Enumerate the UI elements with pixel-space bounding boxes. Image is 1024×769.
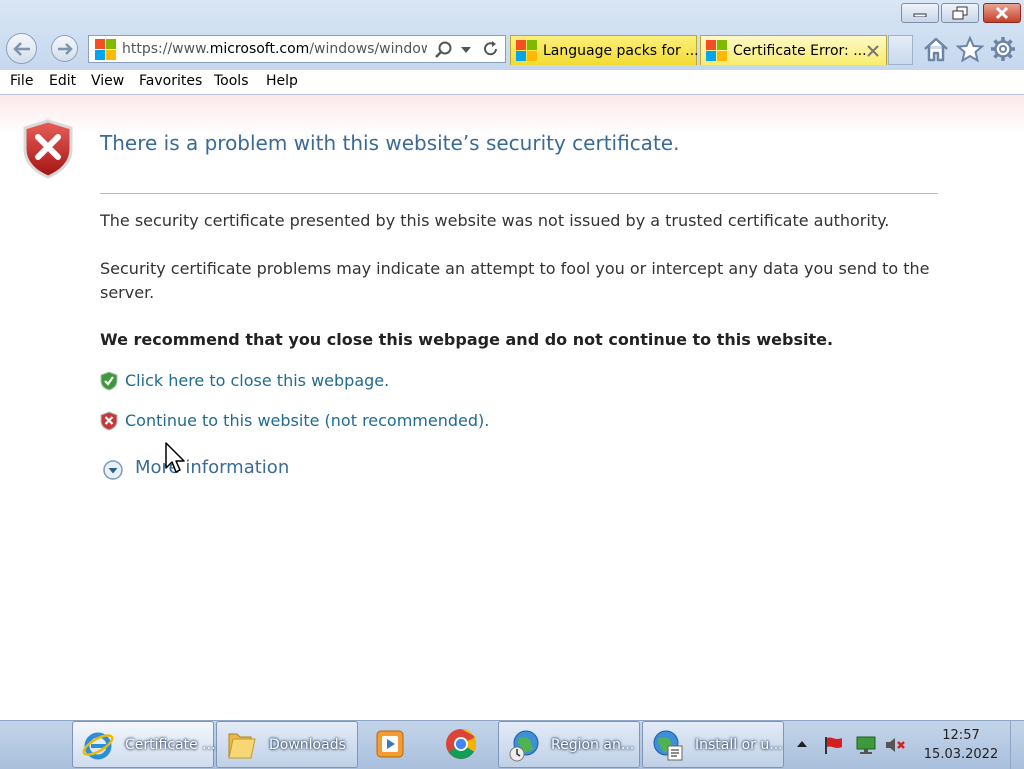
- tab-favicon: [516, 40, 538, 62]
- show-hidden-icons-icon[interactable]: [796, 740, 808, 748]
- refresh-icon[interactable]: [482, 40, 500, 58]
- address-bar[interactable]: https://www.microsoft.com/windows/window…: [88, 35, 506, 63]
- taskbar: Certificate ... Downloads Region an... I…: [0, 720, 1024, 769]
- mouse-cursor-icon: [165, 442, 185, 473]
- close-window-button[interactable]: [983, 3, 1021, 23]
- tab-label: Certificate Error: ...: [733, 43, 867, 59]
- volume-muted-icon[interactable]: [884, 735, 908, 755]
- explanation-text: The security certificate presented by th…: [100, 211, 890, 230]
- chevron-down-icon[interactable]: [461, 46, 471, 54]
- search-icon[interactable]: [434, 41, 454, 59]
- taskbar-label: Downloads: [269, 737, 346, 753]
- clock-time: 12:57: [942, 728, 980, 743]
- region-globe-icon: [509, 730, 539, 762]
- menu-file[interactable]: File: [10, 73, 33, 89]
- close-tab-icon[interactable]: [867, 45, 879, 57]
- show-desktop-button[interactable]: [1010, 721, 1024, 769]
- menu-view[interactable]: View: [91, 73, 124, 89]
- taskbar-item-install[interactable]: Install or u...: [642, 721, 784, 768]
- minimize-button[interactable]: [901, 3, 939, 23]
- continue-link-row[interactable]: Continue to this website (not recommende…: [100, 411, 489, 435]
- close-webpage-link[interactable]: Click here to close this webpage.: [125, 371, 389, 390]
- tab-language-packs[interactable]: Language packs for ...: [510, 35, 699, 65]
- system-clock[interactable]: 12:57 15.03.2022: [920, 726, 1002, 764]
- menu-edit[interactable]: Edit: [49, 73, 76, 89]
- clock-date: 15.03.2022: [923, 747, 999, 762]
- gear-icon[interactable]: [989, 36, 1017, 62]
- chrome-icon: [446, 729, 477, 759]
- new-tab-button[interactable]: [888, 35, 913, 65]
- back-button[interactable]: [6, 33, 37, 64]
- taskbar-label: Region an...: [551, 737, 635, 753]
- security-shield-error-icon: [23, 119, 73, 179]
- tab-favicon: [706, 40, 728, 62]
- restore-icon: [952, 6, 968, 20]
- more-information-label[interactable]: More information: [135, 457, 289, 478]
- green-shield-check-icon: [100, 371, 118, 391]
- site-favicon: [95, 39, 117, 61]
- network-icon[interactable]: [855, 735, 879, 755]
- home-icon[interactable]: [922, 36, 950, 62]
- forward-button[interactable]: [51, 35, 78, 62]
- restore-button[interactable]: [941, 3, 979, 23]
- internet-explorer-icon: [82, 732, 114, 760]
- menu-help[interactable]: Help: [266, 73, 298, 89]
- minimize-icon: [913, 13, 927, 17]
- expand-chevron-icon: [103, 460, 123, 480]
- action-center-flag-icon[interactable]: [822, 735, 846, 755]
- menu-tools[interactable]: Tools: [214, 73, 249, 89]
- close-icon: [995, 6, 1009, 20]
- page-title: There is a problem with this website’s s…: [100, 131, 680, 155]
- browser-title-bar: https://www.microsoft.com/windows/window…: [0, 0, 1024, 70]
- tab-label: Language packs for ...: [543, 43, 699, 59]
- star-icon[interactable]: [956, 36, 984, 62]
- page-content: There is a problem with this website’s s…: [0, 95, 1024, 720]
- taskbar-item-region[interactable]: Region an...: [498, 721, 640, 768]
- taskbar-item-ie[interactable]: Certificate ...: [72, 721, 216, 768]
- forward-arrow-icon: [57, 42, 73, 55]
- back-arrow-icon: [12, 41, 30, 56]
- taskbar-label: Certificate ...: [125, 737, 216, 753]
- taskbar-label: Install or u...: [695, 737, 783, 753]
- install-globe-icon: [653, 730, 683, 761]
- folder-icon: [228, 733, 256, 759]
- red-shield-x-icon: [100, 411, 118, 431]
- menu-favorites[interactable]: Favorites: [139, 73, 202, 89]
- divider: [100, 193, 938, 194]
- warning-text: Security certificate problems may indica…: [100, 259, 930, 302]
- tab-certificate-error[interactable]: Certificate Error: ...: [700, 35, 887, 65]
- close-webpage-link-row[interactable]: Click here to close this webpage.: [100, 371, 389, 395]
- taskbar-item-downloads[interactable]: Downloads: [216, 721, 358, 768]
- taskbar-item-chrome[interactable]: [430, 721, 496, 768]
- menu-bar: File Edit View Favorites Tools Help: [0, 70, 1024, 95]
- url-text[interactable]: https://www.microsoft.com/windows/window…: [122, 41, 427, 57]
- taskbar-item-media-player[interactable]: [360, 721, 426, 768]
- recommendation-text: We recommend that you close this webpage…: [100, 330, 834, 349]
- media-player-icon: [376, 730, 404, 758]
- continue-to-website-link[interactable]: Continue to this website (not recommende…: [125, 411, 489, 430]
